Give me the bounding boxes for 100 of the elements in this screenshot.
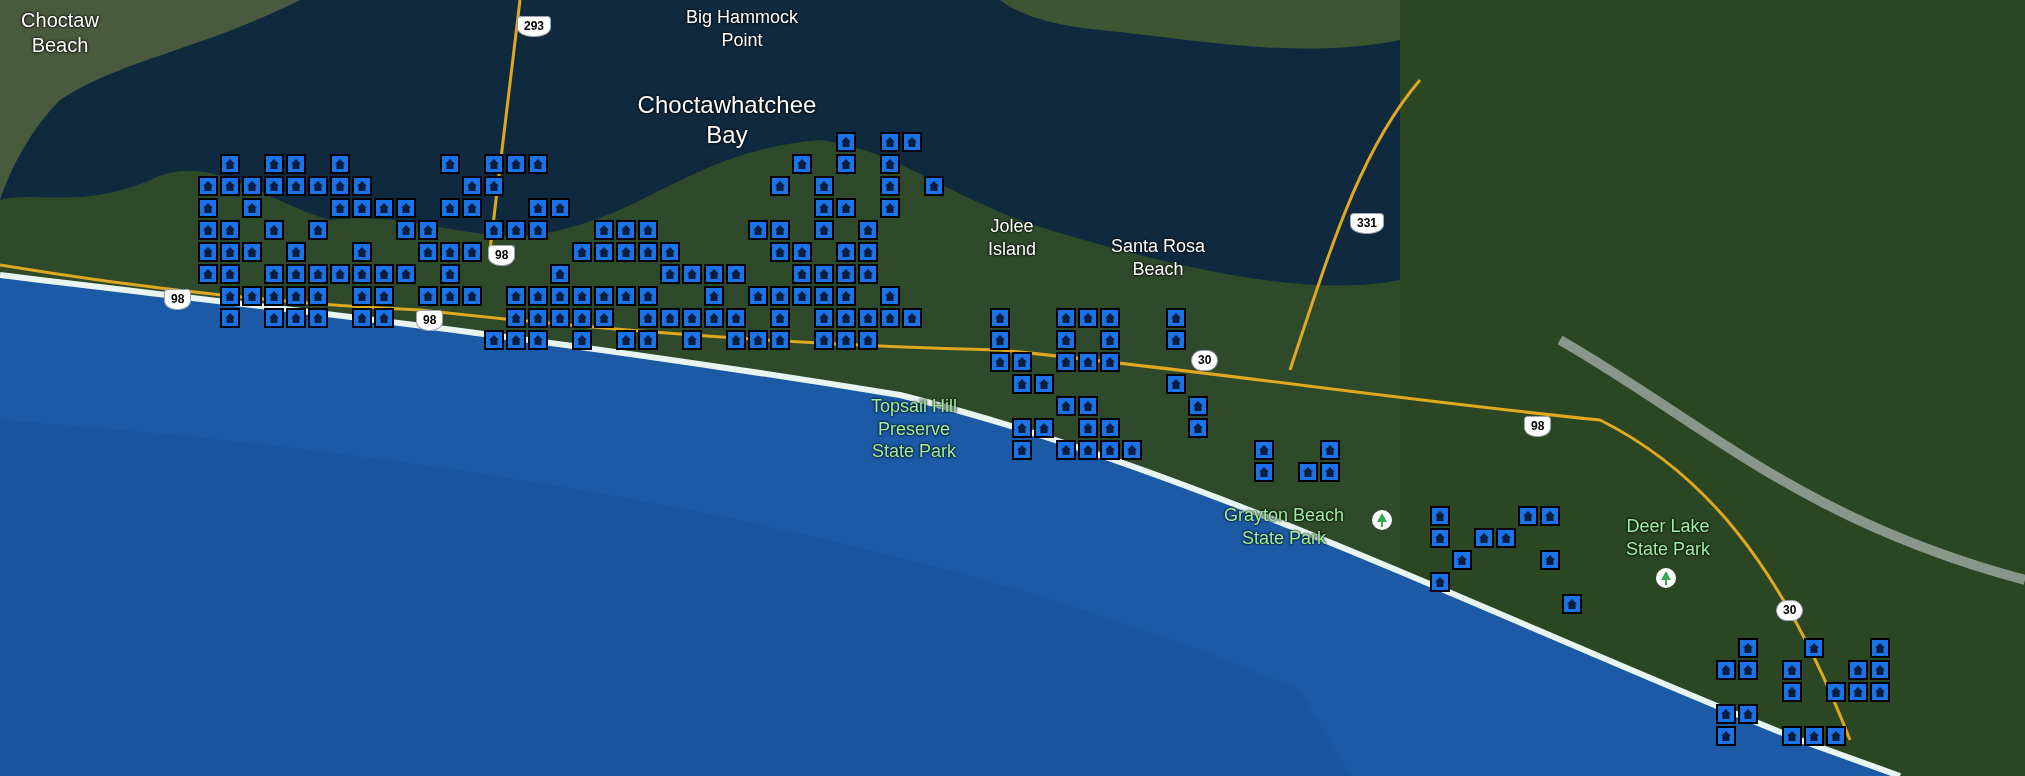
house-pin-icon[interactable]: [748, 220, 768, 240]
house-pin-icon[interactable]: [418, 220, 438, 240]
house-pin-icon[interactable]: [1166, 330, 1186, 350]
house-pin-icon[interactable]: [1254, 440, 1274, 460]
house-pin-icon[interactable]: [308, 220, 328, 240]
house-pin-icon[interactable]: [220, 154, 240, 174]
house-pin-icon[interactable]: [1012, 418, 1032, 438]
house-pin-icon[interactable]: [880, 154, 900, 174]
house-pin-icon[interactable]: [242, 286, 262, 306]
house-pin-icon[interactable]: [242, 198, 262, 218]
house-pin-icon[interactable]: [858, 220, 878, 240]
house-pin-icon[interactable]: [1100, 330, 1120, 350]
house-pin-icon[interactable]: [1452, 550, 1472, 570]
house-pin-icon[interactable]: [220, 176, 240, 196]
house-pin-icon[interactable]: [1056, 396, 1076, 416]
house-pin-icon[interactable]: [1782, 726, 1802, 746]
house-pin-icon[interactable]: [286, 242, 306, 262]
house-pin-icon[interactable]: [594, 220, 614, 240]
house-pin-icon[interactable]: [528, 286, 548, 306]
house-pin-icon[interactable]: [528, 308, 548, 328]
house-pin-icon[interactable]: [616, 242, 636, 262]
house-pin-icon[interactable]: [198, 198, 218, 218]
house-pin-icon[interactable]: [396, 198, 416, 218]
house-pin-icon[interactable]: [440, 264, 460, 284]
house-pin-icon[interactable]: [1078, 440, 1098, 460]
house-pin-icon[interactable]: [660, 242, 680, 262]
house-pin-icon[interactable]: [308, 264, 328, 284]
house-pin-icon[interactable]: [704, 264, 724, 284]
house-pin-icon[interactable]: [330, 154, 350, 174]
house-pin-icon[interactable]: [1848, 682, 1868, 702]
house-pin-icon[interactable]: [1056, 440, 1076, 460]
house-pin-icon[interactable]: [616, 330, 636, 350]
house-pin-icon[interactable]: [858, 330, 878, 350]
house-pin-icon[interactable]: [616, 220, 636, 240]
house-pin-icon[interactable]: [682, 308, 702, 328]
house-pin-icon[interactable]: [572, 286, 592, 306]
house-pin-icon[interactable]: [286, 308, 306, 328]
house-pin-icon[interactable]: [396, 220, 416, 240]
house-pin-icon[interactable]: [1870, 660, 1890, 680]
house-pin-icon[interactable]: [374, 264, 394, 284]
house-pin-icon[interactable]: [902, 132, 922, 152]
house-pin-icon[interactable]: [1870, 682, 1890, 702]
house-pin-icon[interactable]: [792, 242, 812, 262]
house-pin-icon[interactable]: [1870, 638, 1890, 658]
house-pin-icon[interactable]: [1122, 440, 1142, 460]
house-pin-icon[interactable]: [682, 330, 702, 350]
house-pin-icon[interactable]: [220, 242, 240, 262]
house-pin-icon[interactable]: [1056, 330, 1076, 350]
house-pin-icon[interactable]: [440, 198, 460, 218]
house-pin-icon[interactable]: [1826, 726, 1846, 746]
house-pin-icon[interactable]: [528, 154, 548, 174]
house-pin-icon[interactable]: [1100, 308, 1120, 328]
house-pin-icon[interactable]: [880, 132, 900, 152]
house-pin-icon[interactable]: [638, 220, 658, 240]
house-pin-icon[interactable]: [1012, 440, 1032, 460]
house-pin-icon[interactable]: [748, 286, 768, 306]
house-pin-icon[interactable]: [1078, 418, 1098, 438]
house-pin-icon[interactable]: [572, 308, 592, 328]
house-pin-icon[interactable]: [1430, 506, 1450, 526]
house-pin-icon[interactable]: [880, 308, 900, 328]
house-pin-icon[interactable]: [1188, 418, 1208, 438]
house-pin-icon[interactable]: [198, 242, 218, 262]
house-pin-icon[interactable]: [462, 198, 482, 218]
house-pin-icon[interactable]: [308, 176, 328, 196]
house-pin-icon[interactable]: [1166, 374, 1186, 394]
house-pin-icon[interactable]: [1056, 352, 1076, 372]
house-pin-icon[interactable]: [814, 264, 834, 284]
house-pin-icon[interactable]: [814, 330, 834, 350]
house-pin-icon[interactable]: [836, 308, 856, 328]
house-pin-icon[interactable]: [1518, 506, 1538, 526]
house-pin-icon[interactable]: [198, 264, 218, 284]
house-pin-icon[interactable]: [792, 286, 812, 306]
house-pin-icon[interactable]: [484, 176, 504, 196]
house-pin-icon[interactable]: [726, 330, 746, 350]
house-pin-icon[interactable]: [220, 308, 240, 328]
house-pin-icon[interactable]: [352, 264, 372, 284]
house-pin-icon[interactable]: [638, 308, 658, 328]
house-pin-icon[interactable]: [990, 330, 1010, 350]
house-pin-icon[interactable]: [528, 330, 548, 350]
house-pin-icon[interactable]: [814, 220, 834, 240]
house-pin-icon[interactable]: [330, 264, 350, 284]
house-pin-icon[interactable]: [770, 330, 790, 350]
house-pin-icon[interactable]: [880, 286, 900, 306]
house-pin-icon[interactable]: [814, 198, 834, 218]
house-pin-icon[interactable]: [198, 220, 218, 240]
house-pin-icon[interactable]: [660, 264, 680, 284]
house-pin-icon[interactable]: [594, 286, 614, 306]
house-pin-icon[interactable]: [1320, 462, 1340, 482]
house-pin-icon[interactable]: [528, 220, 548, 240]
house-pin-icon[interactable]: [1738, 660, 1758, 680]
house-pin-icon[interactable]: [1188, 396, 1208, 416]
house-pin-icon[interactable]: [594, 308, 614, 328]
house-pin-icon[interactable]: [990, 352, 1010, 372]
house-pin-icon[interactable]: [814, 286, 834, 306]
house-pin-icon[interactable]: [374, 198, 394, 218]
house-pin-icon[interactable]: [242, 176, 262, 196]
house-pin-icon[interactable]: [1078, 396, 1098, 416]
house-pin-icon[interactable]: [638, 330, 658, 350]
house-pin-icon[interactable]: [220, 264, 240, 284]
house-pin-icon[interactable]: [264, 176, 284, 196]
